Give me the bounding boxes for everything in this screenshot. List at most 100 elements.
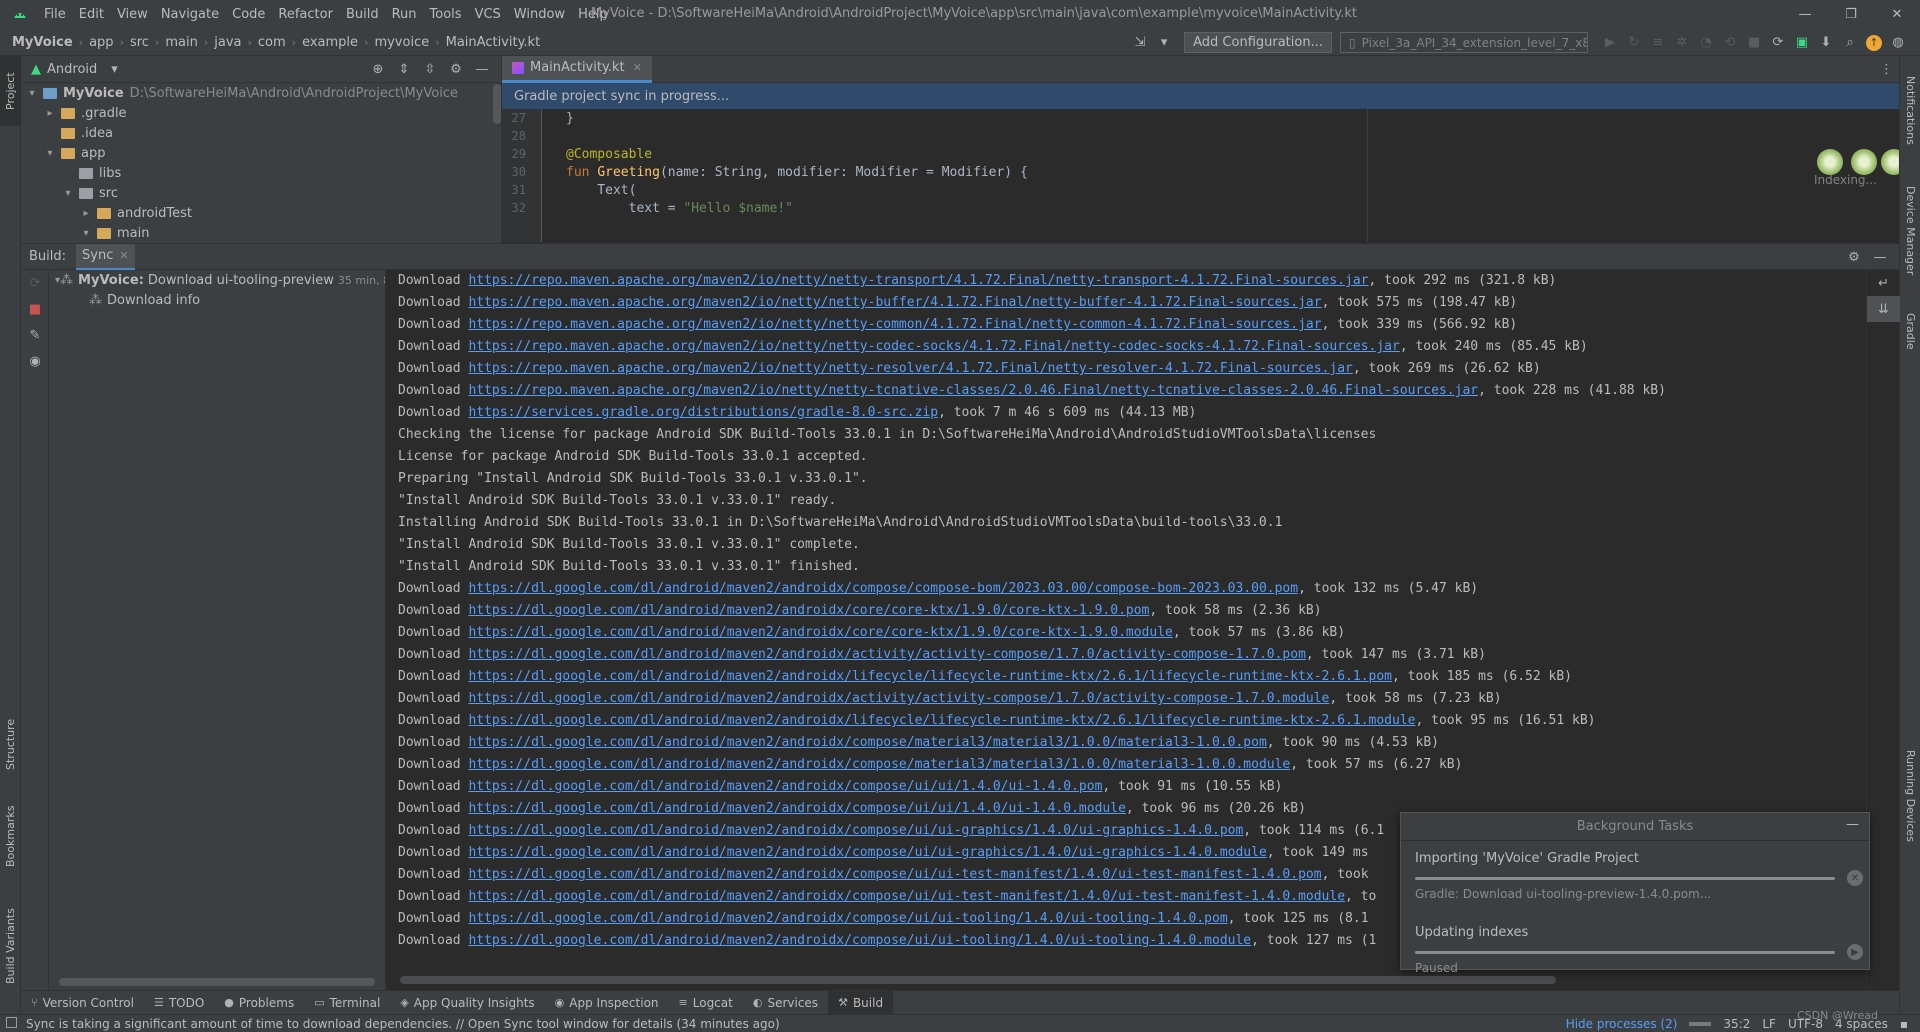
resync-icon[interactable]: ⟳ <box>21 270 49 296</box>
menu-tools[interactable]: Tools <box>430 7 462 22</box>
scroll-to-end-icon[interactable]: ⇊ <box>1867 296 1900 322</box>
tab-logcat[interactable]: ≡ Logcat <box>669 991 743 1015</box>
expand-all-icon[interactable]: ⇕ <box>391 62 417 77</box>
console-link[interactable]: https://dl.google.com/dl/android/maven2/… <box>468 713 1415 728</box>
tree-item[interactable]: ▾ app <box>21 143 501 163</box>
breadcrumb-item[interactable]: myvoice <box>374 35 429 50</box>
breadcrumb-item[interactable]: src <box>130 35 149 50</box>
filter-icon[interactable]: ◉ <box>21 348 49 374</box>
status-message[interactable]: Sync is taking a significant amount of t… <box>26 1015 780 1032</box>
tab-app-quality-insights[interactable]: ◈ App Quality Insights <box>390 991 544 1015</box>
tab-sync[interactable]: Sync ✕ <box>76 243 135 270</box>
chevron-down-icon[interactable]: ▾ <box>79 228 93 239</box>
console-link[interactable]: https://dl.google.com/dl/android/maven2/… <box>468 867 1321 882</box>
chevron-down-icon[interactable]: ▾ <box>111 62 118 77</box>
code-line[interactable]: } <box>566 111 574 126</box>
menu-refactor[interactable]: Refactor <box>278 7 333 22</box>
breadcrumb-item[interactable]: app <box>89 35 113 50</box>
lock-icon[interactable]: ▪ <box>1900 1017 1908 1031</box>
sync-tree-scrollbar[interactable] <box>59 978 375 986</box>
menu-code[interactable]: Code <box>232 7 265 22</box>
console-link[interactable]: https://dl.google.com/dl/android/maven2/… <box>468 779 1102 794</box>
code-view[interactable]: } @Composable fun Greeting(name: String, m… <box>502 109 1899 242</box>
tree-item[interactable]: libs <box>21 163 501 183</box>
console-link[interactable]: https://dl.google.com/dl/android/maven2/… <box>468 647 1305 662</box>
debug-icon[interactable]: ✲ <box>1670 35 1694 50</box>
breadcrumb-item[interactable]: MainActivity.kt <box>446 35 541 50</box>
updates-icon[interactable]: ↑ <box>1862 34 1886 51</box>
menu-build[interactable]: Build <box>346 7 379 22</box>
menu-run[interactable]: Run <box>392 7 417 22</box>
chevron-down-icon[interactable]: ▾ <box>43 148 57 159</box>
collapse-all-icon[interactable]: ⇳ <box>417 62 443 77</box>
close-window-button[interactable]: ✕ <box>1874 7 1920 22</box>
console-link[interactable]: https://dl.google.com/dl/android/maven2/… <box>468 801 1125 816</box>
menu-view[interactable]: View <box>117 7 148 22</box>
tab-app-inspection[interactable]: ◉ App Inspection <box>545 991 669 1015</box>
locate-icon[interactable]: ⊕ <box>365 62 391 77</box>
console-link[interactable]: https://repo.maven.apache.org/maven2/io/… <box>468 317 1321 332</box>
code-line[interactable]: @Composable <box>566 147 652 162</box>
menu-navigate[interactable]: Navigate <box>161 7 219 22</box>
tab-project[interactable]: Project <box>0 56 21 126</box>
tab-structure[interactable]: Structure <box>0 704 21 784</box>
tab-device-manager[interactable]: Device Manager <box>1900 176 1920 286</box>
console-link[interactable]: https://dl.google.com/dl/android/maven2/… <box>468 911 1227 926</box>
console-link[interactable]: https://dl.google.com/dl/android/maven2/… <box>468 933 1251 948</box>
console-link[interactable]: https://repo.maven.apache.org/maven2/io/… <box>468 383 1478 398</box>
breadcrumb-item[interactable]: MyVoice <box>12 35 73 50</box>
console-link[interactable]: https://dl.google.com/dl/android/maven2/… <box>468 823 1243 838</box>
pin-icon[interactable]: ✎ <box>21 322 49 348</box>
caret-position[interactable]: 35:2 <box>1723 1017 1750 1031</box>
console-link[interactable]: https://dl.google.com/dl/android/maven2/… <box>468 625 1172 640</box>
tree-item[interactable]: ▸ androidTest <box>21 203 501 223</box>
maximize-button[interactable]: ❐ <box>1828 7 1874 22</box>
chevron-right-icon[interactable]: ▸ <box>79 208 93 219</box>
search-icon[interactable]: ⌕ <box>1838 35 1862 50</box>
console-link[interactable]: https://repo.maven.apache.org/maven2/io/… <box>468 295 1321 310</box>
stop-icon[interactable]: ■ <box>21 296 49 322</box>
breadcrumb-item[interactable]: java <box>214 35 241 50</box>
code-line[interactable]: Text( <box>566 183 636 198</box>
tab-gradle[interactable]: Gradle <box>1900 301 1920 361</box>
tab-version-control[interactable]: ⑂ Version Control <box>21 991 144 1015</box>
breadcrumb-item[interactable]: main <box>165 35 197 50</box>
hide-panel-icon[interactable]: — <box>1867 250 1893 265</box>
tab-running-devices[interactable]: Running Devices <box>1900 746 1920 846</box>
hide-panel-icon[interactable]: — <box>469 62 495 77</box>
tree-item[interactable]: ▾ main <box>21 223 501 243</box>
vcs-update-icon[interactable]: ⇲ <box>1128 35 1152 50</box>
console-link[interactable]: https://dl.google.com/dl/android/maven2/… <box>468 669 1392 684</box>
console-link[interactable]: https://dl.google.com/dl/android/maven2/… <box>468 845 1266 860</box>
minimize-icon[interactable]: — <box>1846 817 1859 832</box>
stop-icon[interactable]: ■ <box>1742 35 1766 50</box>
console-horizontal-scrollbar[interactable] <box>400 976 1556 984</box>
menu-edit[interactable]: Edit <box>79 7 104 22</box>
line-separator[interactable]: LF <box>1762 1017 1776 1031</box>
code-line[interactable]: fun Greeting(name: String, modifier: Mod… <box>566 165 1028 180</box>
console-link[interactable]: https://dl.google.com/dl/android/maven2/… <box>468 757 1290 772</box>
console-link[interactable]: https://services.gradle.org/distribution… <box>468 405 938 420</box>
chevron-down-icon[interactable]: ▾ <box>61 188 75 199</box>
breadcrumb-item[interactable]: example <box>302 35 358 50</box>
console-link[interactable]: https://dl.google.com/dl/android/maven2/… <box>468 691 1329 706</box>
menu-window[interactable]: Window <box>514 7 565 22</box>
console-link[interactable]: https://dl.google.com/dl/android/maven2/… <box>468 581 1298 596</box>
breadcrumb-item[interactable]: com <box>258 35 286 50</box>
tab-build-variants[interactable]: Build Variants <box>0 891 21 1001</box>
tab-terminal[interactable]: ▭ Terminal <box>304 991 390 1015</box>
menu-file[interactable]: File <box>44 7 66 22</box>
settings-icon[interactable]: ◍ <box>1886 35 1910 50</box>
tab-todo[interactable]: ☰ TODO <box>144 991 214 1015</box>
tree-item[interactable]: .idea <box>21 123 501 143</box>
rerun-icon[interactable]: ↻ <box>1622 35 1646 50</box>
tab-mainactivity[interactable]: MainActivity.kt ✕ <box>502 55 652 83</box>
tab-bookmarks[interactable]: Bookmarks <box>0 791 21 881</box>
run-icon[interactable]: ▶ <box>1598 35 1622 50</box>
more-icon[interactable]: ⋮ <box>1880 62 1893 77</box>
sync-root-row[interactable]: ▾ ⁂ MyVoice: Download ui-tooling-preview… <box>49 270 385 290</box>
console-link[interactable]: https://repo.maven.apache.org/maven2/io/… <box>468 361 1352 376</box>
code-line[interactable]: text = "Hello $name!" <box>566 201 793 216</box>
close-tab-icon[interactable]: ✕ <box>633 61 642 74</box>
device-manager-icon[interactable]: ▣ <box>1790 35 1814 50</box>
